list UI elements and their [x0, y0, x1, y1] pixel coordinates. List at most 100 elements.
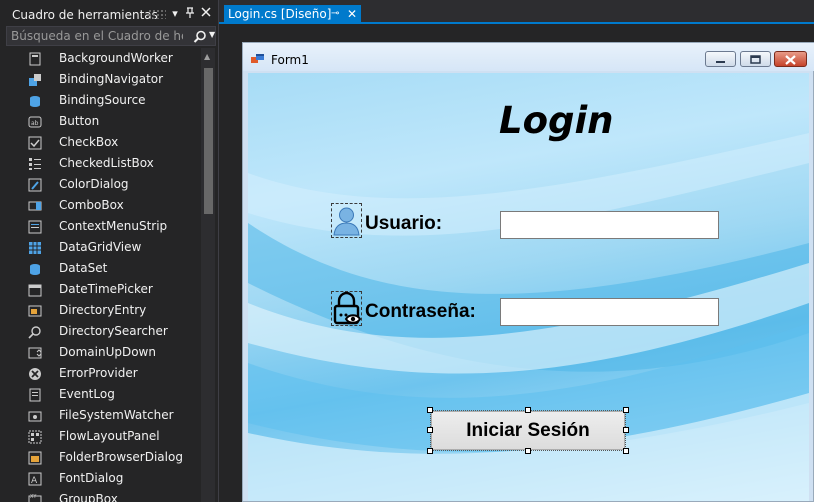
- form-caption: Form1: [271, 53, 309, 67]
- toolbox-item-button[interactable]: ab Button: [0, 111, 200, 132]
- dataset-icon: [28, 261, 42, 275]
- toolbox-item-filesystemwatcher[interactable]: FileSystemWatcher: [0, 405, 200, 426]
- checkedlistbox-icon: [28, 156, 42, 170]
- datetimepicker-icon: [28, 282, 42, 297]
- combobox-icon: [28, 198, 42, 212]
- toolbox-item-eventlog[interactable]: EventLog: [0, 384, 200, 405]
- maximize-button[interactable]: [740, 51, 771, 67]
- toolbox-item-label: FontDialog: [59, 471, 124, 485]
- document-tabbar: Login.cs [Diseño] ⊸ ✕: [219, 0, 814, 24]
- toolbox-search: ▼: [6, 26, 216, 46]
- pin-icon[interactable]: ⊸: [331, 8, 339, 19]
- close-button[interactable]: [774, 51, 807, 67]
- flowlayoutpanel-icon: [28, 429, 42, 444]
- toolbox-item-label: CheckBox: [59, 135, 119, 149]
- user-icon[interactable]: [331, 203, 362, 238]
- toolbox-item-checkbox[interactable]: CheckBox: [0, 132, 200, 153]
- toolbox-item-label: BindingSource: [59, 93, 146, 107]
- bindingsource-icon: [28, 93, 42, 107]
- form-titlebar: Form1: [243, 43, 814, 71]
- search-icon[interactable]: [193, 29, 207, 43]
- toolbox-item-flowlayoutpanel[interactable]: FlowLayoutPanel: [0, 426, 200, 447]
- tab-login-designer[interactable]: Login.cs [Diseño] ⊸ ✕: [224, 5, 361, 24]
- toolbox-item-errorprovider[interactable]: ErrorProvider: [0, 363, 200, 384]
- chevron-down-icon[interactable]: ▾: [168, 7, 182, 21]
- toolbox-item-label: DataSet: [59, 261, 108, 275]
- toolbox-item-checkedlistbox[interactable]: CheckedListBox: [0, 153, 200, 174]
- toolbox-item-contextmenustrip[interactable]: ContextMenuStrip: [0, 216, 200, 237]
- toolbox-item-label: GroupBox: [59, 492, 118, 502]
- toolbox-item-label: ComboBox: [59, 198, 124, 212]
- close-icon[interactable]: ✕: [347, 7, 357, 21]
- minimize-button[interactable]: [705, 51, 736, 67]
- toolbox-panel: Cuadro de herramientas ▾ ▼ BackgroundWor…: [0, 0, 219, 502]
- toolbox-item-folderbrowserdialog[interactable]: FolderBrowserDialog: [0, 447, 200, 468]
- form-window[interactable]: Form1 Login Usuario: Contraseña: Iniciar…: [242, 42, 814, 502]
- toolbox-item-label: ColorDialog: [59, 177, 129, 191]
- toolbox-item-datetimepicker[interactable]: DateTimePicker: [0, 279, 200, 300]
- resize-handle-n[interactable]: [525, 407, 531, 413]
- errorprovider-icon: [28, 366, 42, 380]
- datagridview-icon: [28, 240, 42, 254]
- chevron-down-icon[interactable]: ▼: [209, 30, 217, 42]
- toolbox-item-fontdialog[interactable]: A FontDialog: [0, 468, 200, 489]
- tab-label: Login.cs [Diseño]: [228, 7, 332, 21]
- domainupdown-icon: [28, 345, 42, 359]
- toolbox-search-input[interactable]: [11, 29, 183, 43]
- toolbox-item-dataset[interactable]: DataSet: [0, 258, 200, 279]
- drag-grip[interactable]: [148, 9, 166, 19]
- scrollbar-thumb[interactable]: [204, 68, 213, 214]
- fontdialog-icon: A: [28, 471, 42, 486]
- toolbox-item-label: ErrorProvider: [59, 366, 138, 380]
- toolbox-scrollbar[interactable]: ▲: [201, 48, 215, 502]
- close-icon[interactable]: [199, 7, 213, 21]
- toolbox-item-label: DirectorySearcher: [59, 324, 168, 338]
- toolbox-item-directoryentry[interactable]: DirectoryEntry: [0, 300, 200, 321]
- resize-handle-s[interactable]: [525, 448, 531, 454]
- svg-text:A: A: [31, 476, 38, 486]
- toolbox-item-label: DateTimePicker: [59, 282, 153, 296]
- directorysearcher-icon: [28, 324, 42, 339]
- resize-handle-sw[interactable]: [427, 448, 433, 454]
- resize-handle-ne[interactable]: [623, 407, 629, 413]
- toolbox-item-label: FlowLayoutPanel: [59, 429, 160, 443]
- form-icon: [251, 54, 264, 63]
- toolbox-item-backgroundworker[interactable]: BackgroundWorker: [0, 48, 200, 69]
- toolbox-item-label: DirectoryEntry: [59, 303, 147, 317]
- contextmenustrip-icon: [28, 219, 42, 234]
- button-icon: ab: [28, 114, 42, 128]
- toolbox-item-combobox[interactable]: ComboBox: [0, 195, 200, 216]
- svg-text:ab: ab: [31, 120, 39, 127]
- scroll-up-icon[interactable]: ▲: [204, 52, 210, 61]
- toolbox-item-label: FileSystemWatcher: [59, 408, 174, 422]
- toolbox-item-datagridview[interactable]: DataGridView: [0, 237, 200, 258]
- toolbox-item-bindingsource[interactable]: BindingSource: [0, 90, 200, 111]
- toolbox-title: Cuadro de herramientas: [12, 8, 158, 22]
- password-label: Contraseña:: [365, 301, 476, 322]
- toolbox-item-label: CheckedListBox: [59, 156, 154, 170]
- resize-handle-w[interactable]: [427, 427, 433, 433]
- password-input[interactable]: [500, 298, 719, 326]
- toolbox-item-domainupdown[interactable]: DomainUpDown: [0, 342, 200, 363]
- filesystemwatcher-icon: [28, 408, 42, 422]
- toolbox-item-label: ContextMenuStrip: [59, 219, 168, 233]
- eventlog-icon: [28, 387, 42, 402]
- user-input[interactable]: [500, 211, 719, 239]
- pin-icon[interactable]: [183, 7, 197, 21]
- colordialog-icon: [28, 177, 42, 192]
- checkbox-icon: [28, 135, 42, 150]
- lock-eye-icon[interactable]: [331, 291, 362, 326]
- toolbox-item-directorysearcher[interactable]: DirectorySearcher: [0, 321, 200, 342]
- resize-handle-se[interactable]: [623, 448, 629, 454]
- toolbox-item-bindingnavigator[interactable]: BindingNavigator: [0, 69, 200, 90]
- toolbox-item-label: Button: [59, 114, 100, 128]
- directoryentry-icon: [28, 303, 42, 317]
- resize-handle-e[interactable]: [623, 427, 629, 433]
- resize-handle-nw[interactable]: [427, 407, 433, 413]
- login-button[interactable]: Iniciar Sesión: [431, 411, 625, 450]
- login-title: Login: [499, 99, 614, 142]
- folderbrowserdialog-icon: [28, 450, 42, 465]
- toolbox-item-colordialog[interactable]: ColorDialog: [0, 174, 200, 195]
- form-client-area: Login Usuario: Contraseña: Iniciar Sesió…: [248, 73, 809, 501]
- toolbox-item-groupbox[interactable]: XY GroupBox: [0, 489, 200, 502]
